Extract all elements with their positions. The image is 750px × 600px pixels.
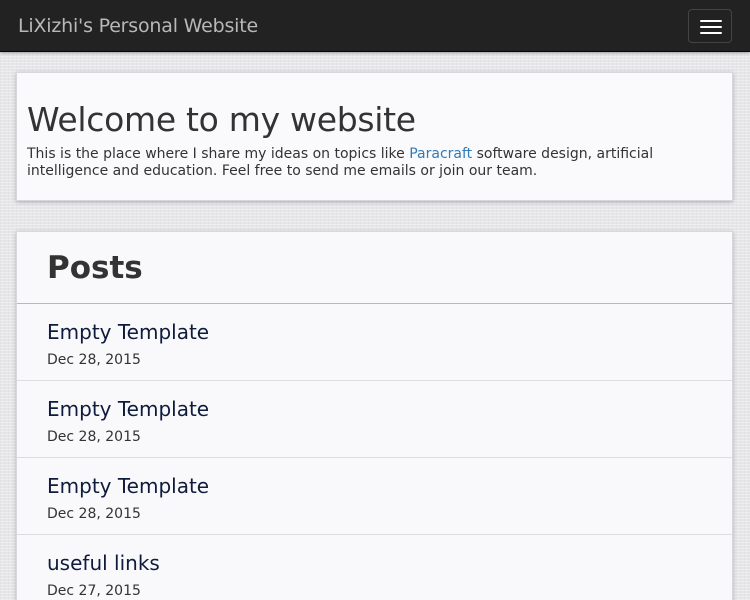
welcome-jumbotron: Welcome to my website This is the place …	[16, 72, 733, 201]
site-brand-link[interactable]: LiXizhi's Personal Website	[18, 15, 258, 37]
welcome-intro: This is the place where I share my ideas…	[27, 146, 727, 180]
post-title-link[interactable]: Empty Template	[47, 397, 209, 421]
post-list-item[interactable]: useful links Dec 27, 2015	[17, 535, 732, 600]
post-title-link[interactable]: useful links	[47, 551, 160, 575]
posts-panel-heading: Posts	[17, 232, 732, 304]
top-navbar: LiXizhi's Personal Website	[0, 0, 750, 52]
post-date: Dec 28, 2015	[47, 352, 141, 368]
post-list-item[interactable]: Empty Template Dec 28, 2015	[17, 458, 732, 535]
paracraft-link[interactable]: Paracraft	[409, 146, 472, 162]
post-date: Dec 28, 2015	[47, 506, 141, 522]
posts-heading: Posts	[47, 250, 143, 286]
nav-toggle-button[interactable]	[688, 9, 732, 43]
post-list-item[interactable]: Empty Template Dec 28, 2015	[17, 381, 732, 458]
welcome-heading: Welcome to my website	[27, 100, 416, 139]
post-title-link[interactable]: Empty Template	[47, 474, 209, 498]
post-date: Dec 28, 2015	[47, 429, 141, 445]
intro-text-before: This is the place where I share my ideas…	[27, 146, 410, 162]
posts-panel: Posts Empty Template Dec 28, 2015 Empty …	[16, 231, 733, 600]
post-list-item[interactable]: Empty Template Dec 28, 2015	[17, 304, 732, 381]
post-title-link[interactable]: Empty Template	[47, 320, 209, 344]
post-date: Dec 27, 2015	[47, 583, 141, 599]
